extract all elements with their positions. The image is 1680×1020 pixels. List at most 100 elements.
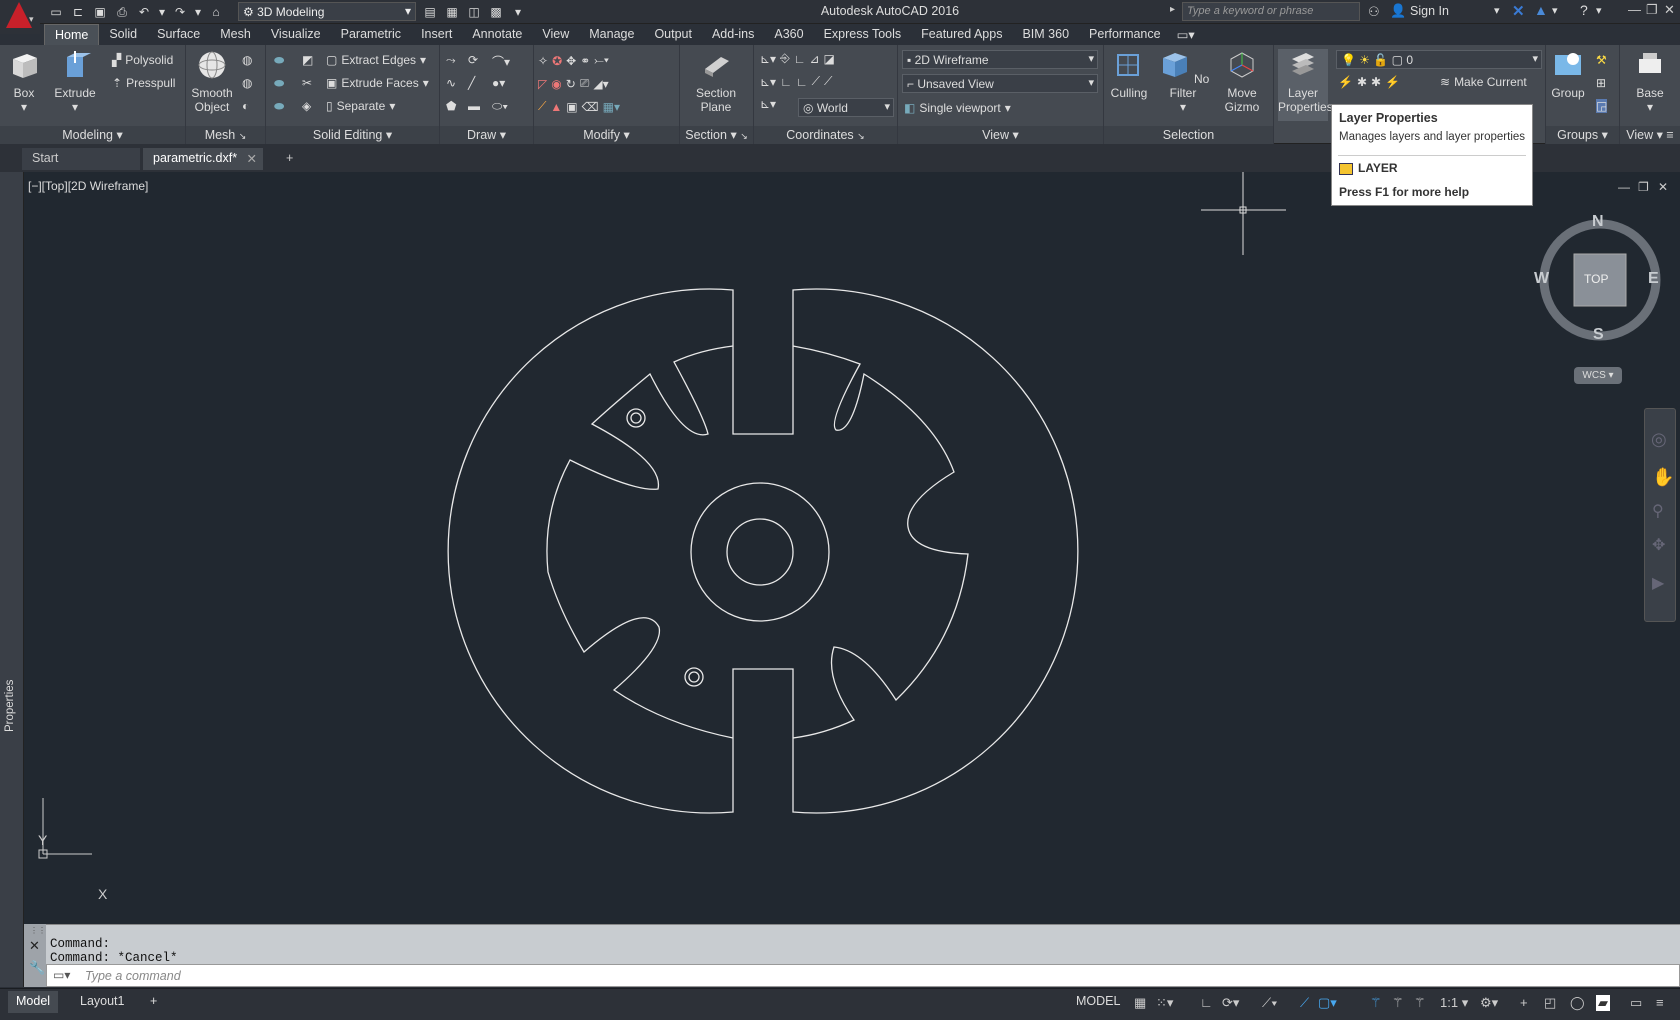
tab-parametric[interactable]: Parametric <box>331 24 411 45</box>
undo-dropdown-icon[interactable]: ▾ <box>158 5 166 19</box>
sign-in-button[interactable]: Sign In <box>1410 4 1449 18</box>
ucs-world-dropdown[interactable]: ◎ World <box>798 98 894 117</box>
panel-title-modify[interactable]: Modify ▾ <box>534 126 679 144</box>
tab-view[interactable]: View <box>532 24 579 45</box>
compass-e[interactable]: E <box>1648 270 1659 288</box>
panel-title-view2[interactable]: View ▾ ≡ <box>1620 126 1680 144</box>
circle-button[interactable]: ●▾ <box>492 76 505 90</box>
tab-featured-apps[interactable]: Featured Apps <box>911 24 1012 45</box>
customization-menu-icon[interactable]: ≡ <box>1656 995 1664 1010</box>
tab-home[interactable]: Home <box>44 24 100 45</box>
tab-manage[interactable]: Manage <box>579 24 644 45</box>
separate-button[interactable]: ▯ Separate ▾ <box>326 99 395 113</box>
viewcube[interactable]: N S E W TOP <box>1534 213 1664 346</box>
workspace-dropdown[interactable]: ⚙ 3D Modeling ▾ <box>238 2 416 21</box>
tab-mesh[interactable]: Mesh <box>210 24 261 45</box>
panel-title-section[interactable]: Section ▾ ↘ <box>680 126 753 144</box>
rectangle-button[interactable]: ▬ <box>468 99 480 113</box>
tab-addins[interactable]: Add-ins <box>702 24 764 45</box>
model-space-button[interactable]: MODEL <box>1076 994 1126 1014</box>
panel-title-coordinates[interactable]: Coordinates ↘ <box>754 126 897 144</box>
move-gizmo-button[interactable]: Move Gizmo <box>1216 49 1268 114</box>
subtract-button[interactable]: ⬬ <box>274 76 284 91</box>
ellipse-button[interactable]: ⬭▾ <box>492 99 508 114</box>
compass-w[interactable]: W <box>1534 270 1549 288</box>
viewcube-top-face[interactable]: TOP <box>1584 272 1608 286</box>
spline-button[interactable]: ∿ <box>446 76 456 90</box>
properties-palette-strip[interactable]: Properties <box>0 172 24 987</box>
save-icon[interactable]: ▣ <box>92 5 108 19</box>
saveas-icon[interactable]: ▤ <box>422 5 438 19</box>
close-tab-icon[interactable]: ✕ <box>247 151 257 166</box>
tab-bim360[interactable]: BIM 360 <box>1012 24 1079 45</box>
zoom-icon[interactable]: ⚲ <box>1652 501 1664 521</box>
scale-dropdown[interactable]: 1:1 ▾ <box>1440 995 1468 1011</box>
osnap-icon[interactable]: ▢▾ <box>1318 995 1337 1011</box>
panel-title-view[interactable]: View ▾ <box>898 126 1103 144</box>
osnap-tracking-icon[interactable]: ⟋ <box>1300 995 1309 1011</box>
group-edit-button[interactable]: ⊞ <box>1596 76 1606 90</box>
lasso-button[interactable]: ⟳ <box>468 53 478 67</box>
restore-window-button[interactable]: ❐ <box>1646 2 1658 18</box>
tab-parametric-dxf[interactable]: parametric.dxf* ✕ <box>143 148 263 170</box>
named-view-dropdown[interactable]: ⌐ Unsaved View <box>902 74 1098 93</box>
group-selection-toggle[interactable]: ◲ <box>1596 99 1608 113</box>
base-button[interactable]: Base ▾ <box>1628 49 1672 114</box>
help-icon[interactable]: ? <box>1580 2 1588 18</box>
viewport-config-button[interactable]: ◧ Single viewport ▾ <box>904 101 1011 115</box>
units-icon[interactable]: ◰ <box>1544 995 1556 1011</box>
close-command-icon[interactable]: ✕ <box>29 938 40 954</box>
mesh-tool-2[interactable]: ◍ <box>242 76 252 90</box>
compass-n[interactable]: N <box>1592 213 1604 231</box>
panel-title-groups[interactable]: Groups ▾ <box>1546 126 1619 144</box>
redo-icon[interactable]: ↷ <box>172 5 188 19</box>
match-properties-icon[interactable]: ⌂ <box>208 5 224 19</box>
thicken-button[interactable]: ◈ <box>302 99 311 113</box>
open-icon[interactable]: ⊏ <box>70 5 86 19</box>
panel-title-modeling[interactable]: Modeling ▾ <box>0 126 185 144</box>
layer-tools[interactable]: ⚡ ✱ ✱ ⚡ <box>1338 75 1400 89</box>
tab-express-tools[interactable]: Express Tools <box>814 24 912 45</box>
extrude-faces-button[interactable]: ▣ Extrude Faces ▾ <box>326 76 429 90</box>
visual-style-dropdown[interactable]: ▪ 2D Wireframe <box>902 50 1098 69</box>
pan-icon[interactable]: ✋ <box>1652 467 1674 488</box>
ucs-tools-row2[interactable]: ⊾▾ ∟ ∟ ⟋ ⟋ <box>760 74 832 89</box>
tab-start[interactable]: Start <box>22 148 140 170</box>
hardware-acceleration-icon[interactable]: ▰ <box>1596 995 1610 1011</box>
auto-scale-icon[interactable]: ⚚ <box>1392 995 1404 1011</box>
modify-tool-row2[interactable]: ◸ ◉ ↻ ⎚ ◢▾ <box>538 76 609 91</box>
slice-button[interactable]: ✂ <box>302 76 312 90</box>
section-plane-button[interactable]: Section Plane <box>684 49 748 114</box>
ortho-icon[interactable]: ∟ <box>1200 995 1213 1010</box>
expand-search-icon[interactable]: ▸ <box>1170 4 1175 15</box>
presspull-button[interactable]: ⇡ Presspull <box>112 76 175 90</box>
steering-wheel-icon[interactable]: ◎ <box>1651 429 1667 450</box>
redo-dropdown-icon[interactable]: ▾ <box>194 5 202 19</box>
tab-surface[interactable]: Surface <box>147 24 210 45</box>
tab-insert[interactable]: Insert <box>411 24 462 45</box>
orbit-icon[interactable]: ✥ <box>1652 535 1665 555</box>
tab-a360[interactable]: A360 <box>764 24 813 45</box>
panel-title-draw[interactable]: Draw ▾ <box>440 126 533 144</box>
make-current-button[interactable]: ≋ Make Current <box>1440 75 1527 89</box>
extract-edges-button[interactable]: ▢ Extract Edges ▾ <box>326 53 426 67</box>
mesh-tool-3[interactable]: ◐ <box>242 99 249 113</box>
polyline-button[interactable]: ⤳ <box>446 53 456 68</box>
ribbon-toggle-icon[interactable]: ▭▾ <box>1171 24 1201 45</box>
annotation-visibility-icon[interactable]: ⚚ <box>1370 995 1382 1011</box>
search-input[interactable]: Type a keyword or phrase <box>1182 2 1360 21</box>
tab-layout1[interactable]: Layout1 <box>72 991 132 1013</box>
isodraft-icon[interactable]: ⟋▾ <box>1262 995 1277 1011</box>
ucs-tools-row3[interactable]: ⊾▾ <box>760 97 776 111</box>
intersect-button[interactable]: ⬬ <box>274 99 284 114</box>
wcs-menu[interactable]: WCS ▾ <box>1574 367 1622 384</box>
no-filter-button[interactable]: No Filter ▾ <box>1156 49 1210 114</box>
ungroup-button[interactable]: ⚒ <box>1596 53 1607 67</box>
panel-title-solid-editing[interactable]: Solid Editing ▾ <box>266 126 439 144</box>
extrude-button[interactable]: Extrude ▾ <box>54 49 96 114</box>
customize-wrench-icon[interactable]: 🔧 <box>29 960 45 976</box>
compass-s[interactable]: S <box>1593 326 1604 344</box>
new-tab-button[interactable]: + <box>276 148 298 170</box>
viewport-restore-button[interactable]: ❐ <box>1638 180 1649 194</box>
chevron-down-icon[interactable]: ▾ <box>1494 4 1500 17</box>
